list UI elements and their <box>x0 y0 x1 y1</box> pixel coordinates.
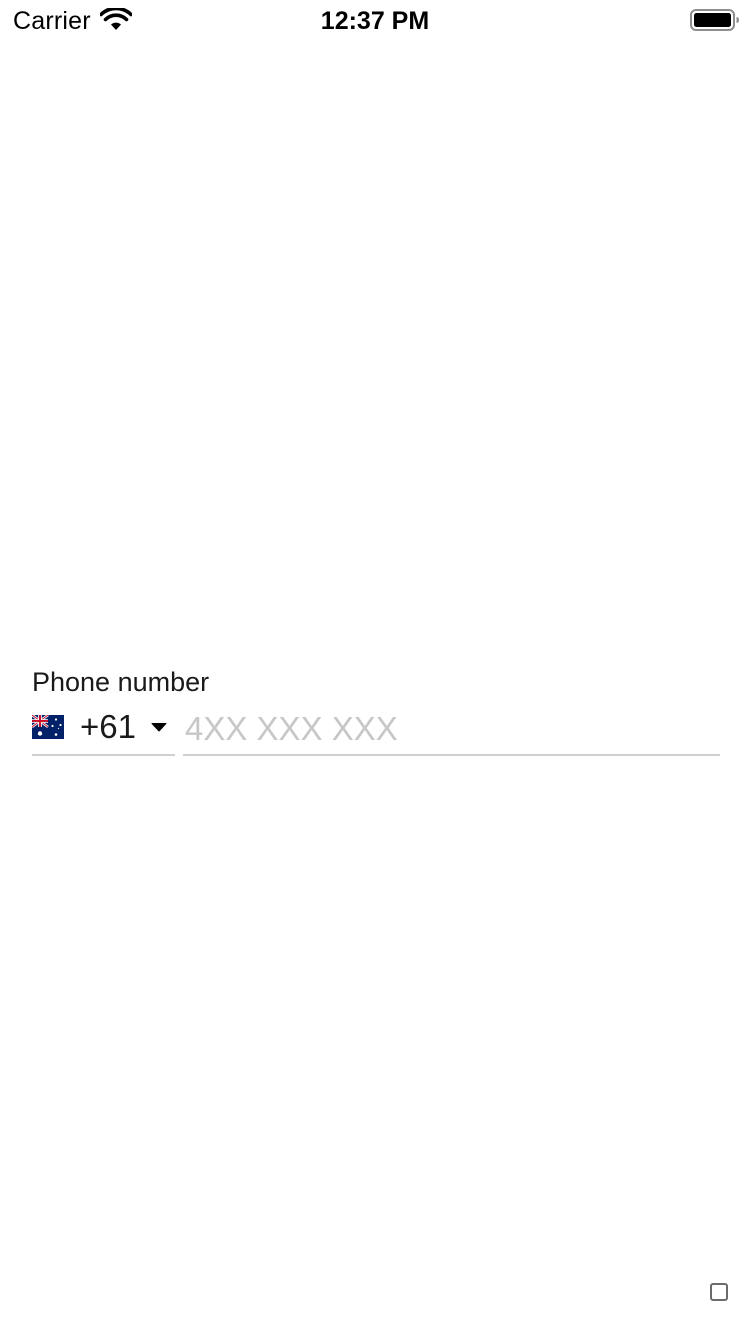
dial-code: +61 <box>80 708 136 745</box>
phone-number-input[interactable] <box>183 704 720 756</box>
phone-number-label: Phone number <box>32 667 210 697</box>
battery-icon <box>690 9 739 31</box>
australia-flag-icon <box>32 715 64 739</box>
checkbox-icon[interactable] <box>710 1283 728 1301</box>
country-code-selector[interactable]: +61 <box>32 704 175 756</box>
caret-down-icon <box>151 723 167 732</box>
status-time: 12:37 PM <box>320 7 430 35</box>
status-bar: Carrier 12:37 PM <box>0 0 750 40</box>
